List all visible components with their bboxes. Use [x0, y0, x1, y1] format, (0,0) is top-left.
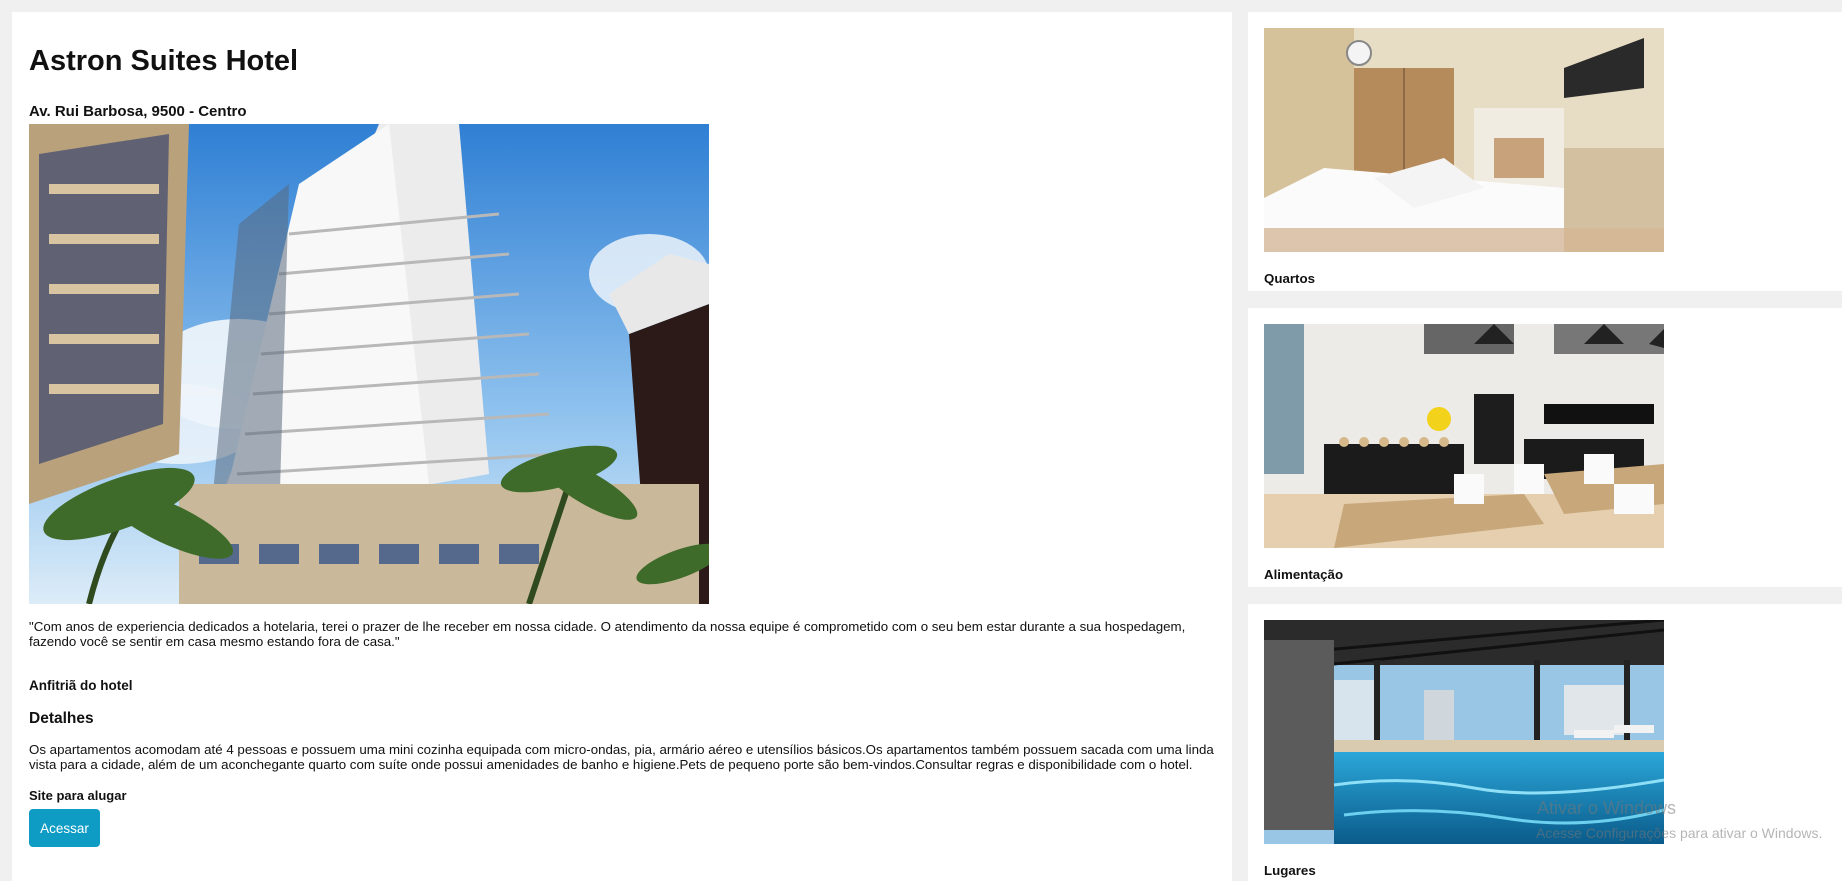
host-caption: Anfitriã do hotel — [29, 678, 133, 693]
gallery-card-rooms[interactable]: Quartos — [1248, 12, 1842, 291]
hotel-title: Astron Suites Hotel — [29, 45, 299, 77]
food-image[interactable] — [1264, 324, 1664, 548]
site-label: Site para alugar — [29, 788, 127, 803]
access-button[interactable]: Acessar — [29, 809, 100, 847]
gallery-card-food[interactable]: Alimentação — [1248, 308, 1842, 587]
details-text: Os apartamentos acomodam até 4 pessoas e… — [29, 742, 1214, 772]
watermark-subtitle: Acesse Configurações para ativar o Windo… — [1536, 825, 1823, 841]
food-label: Alimentação — [1264, 567, 1344, 582]
hotel-address: Av. Rui Barbosa, 9500 - Centro — [29, 103, 247, 120]
windows-activation-watermark: Ativar o Windows Acesse Configurações pa… — [1536, 798, 1823, 841]
watermark-title: Ativar o Windows — [1537, 798, 1677, 818]
rooms-label: Quartos — [1264, 271, 1315, 286]
hotel-building-image — [29, 124, 709, 604]
rooms-image[interactable] — [1264, 28, 1664, 252]
details-heading: Detalhes — [29, 710, 94, 727]
places-label: Lugares — [1264, 863, 1316, 878]
host-quote: "Com anos de experiencia dedicados a hot… — [29, 619, 1186, 649]
hotel-main-card: Astron Suites Hotel Av. Rui Barbosa, 950… — [12, 12, 1232, 881]
